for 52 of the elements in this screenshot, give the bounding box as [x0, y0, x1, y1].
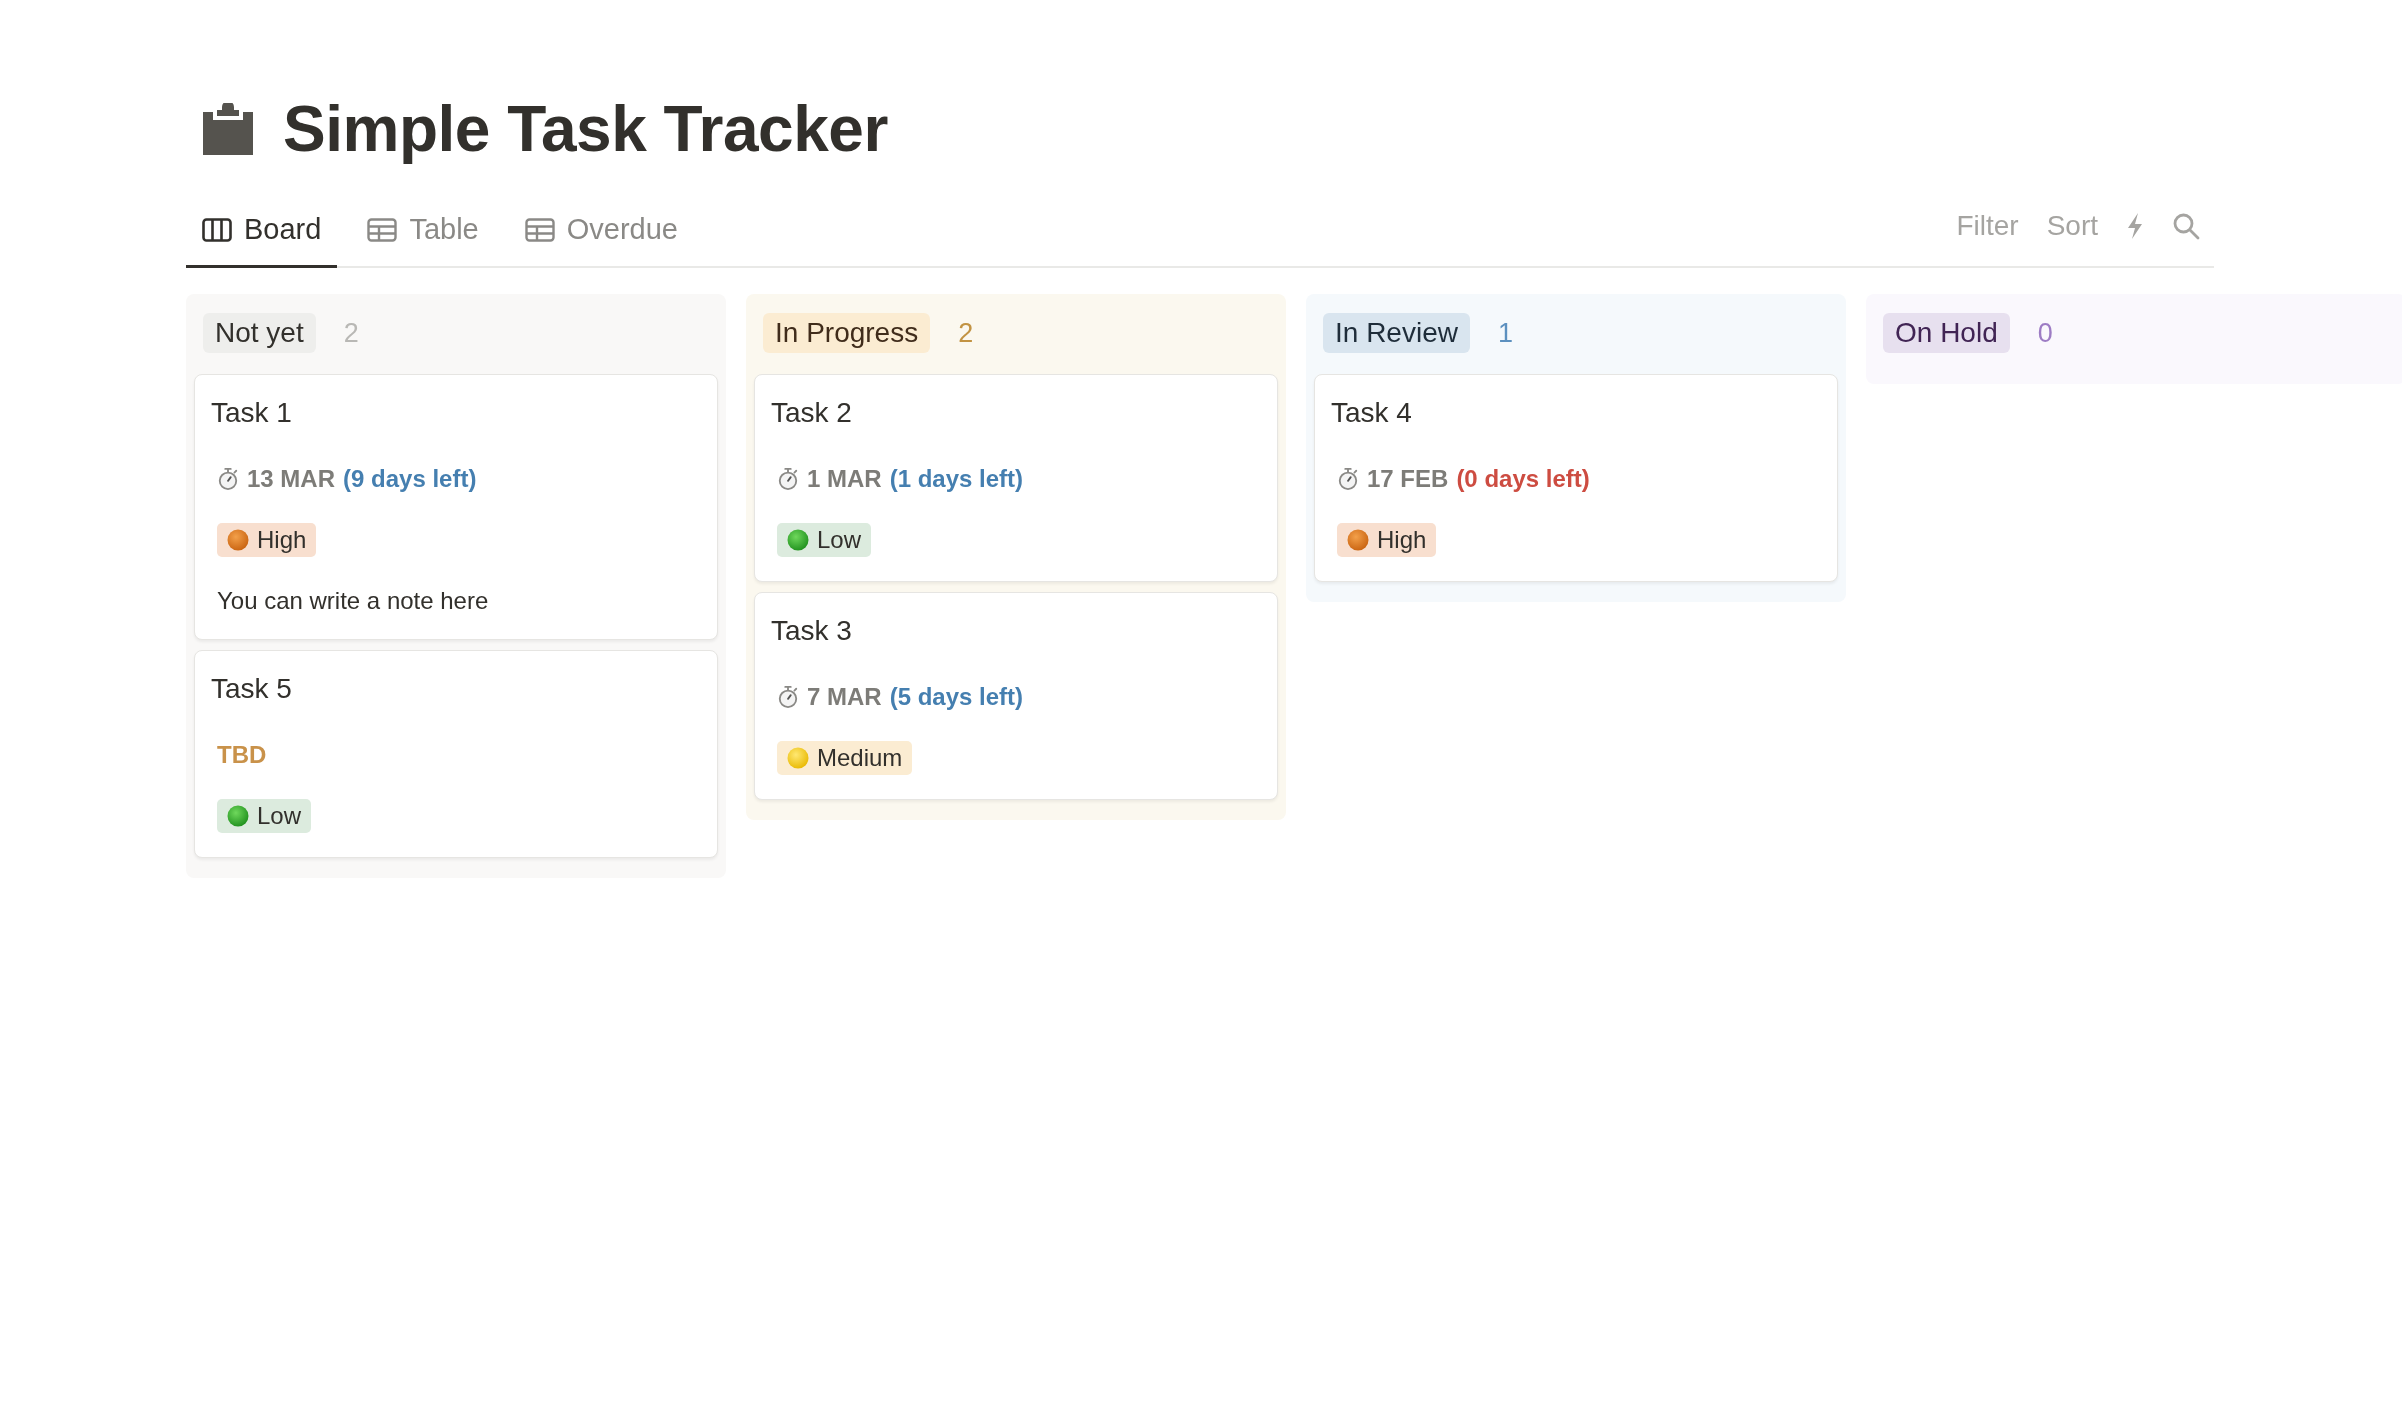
table-icon	[524, 217, 555, 242]
task-card[interactable]: Task 2 1 MAR (1 days left) Low	[754, 374, 1278, 582]
priority-tag: High	[217, 523, 317, 557]
days-left: (0 days left)	[1456, 465, 1590, 493]
card-title: Task 4	[1331, 397, 1413, 429]
status-tag: In Review	[1323, 313, 1470, 353]
status-tag: Not yet	[203, 313, 316, 353]
task-card[interactable]: Task 5 TBD Low	[194, 650, 718, 858]
days-left: (1 days left)	[889, 465, 1024, 493]
card-note: You can write a note here	[216, 587, 490, 615]
card-count: 0	[2037, 317, 2053, 349]
priority-tag: Medium	[777, 741, 913, 775]
circle-icon	[1347, 529, 1369, 551]
board-icon	[202, 217, 232, 242]
due-date: 7 MAR	[807, 683, 882, 711]
due-date: 17 FEB	[1367, 465, 1449, 493]
search-icon[interactable]	[2172, 212, 2200, 240]
card-count: 2	[958, 317, 974, 349]
status-tag: On Hold	[1883, 313, 2010, 353]
stopwatch-icon	[217, 467, 239, 491]
priority-tag: Low	[217, 799, 312, 833]
status-tag: In Progress	[763, 313, 931, 353]
task-card[interactable]: Task 3 7 MAR (5 days left) Medium	[754, 592, 1278, 800]
stopwatch-icon	[777, 467, 799, 491]
priority-tag: High	[1337, 523, 1437, 557]
card-count: 1	[1497, 317, 1513, 349]
circle-icon	[227, 805, 249, 827]
due-status: TBD	[216, 741, 268, 769]
stopwatch-icon	[777, 685, 799, 709]
card-count: 2	[343, 317, 359, 349]
card-title: Task 2	[771, 397, 853, 429]
lightning-icon[interactable]	[2126, 212, 2144, 240]
table-icon	[367, 217, 398, 242]
days-left: (5 days left)	[889, 683, 1024, 711]
circle-icon	[787, 529, 809, 551]
card-title: Task 5	[211, 673, 293, 705]
clipboard-icon	[203, 103, 253, 155]
priority-tag: Low	[777, 523, 872, 557]
card-title: Task 1	[211, 397, 293, 429]
circle-icon	[227, 529, 249, 551]
page-title: Simple Task Tracker	[283, 92, 888, 166]
view-tab[interactable]: Overdue	[508, 194, 694, 268]
stopwatch-icon	[1337, 467, 1359, 491]
task-card[interactable]: Task 4 17 FEB (0 days left) High	[1314, 374, 1838, 582]
days-left: (9 days left)	[343, 465, 477, 493]
card-title: Task 3	[771, 615, 853, 647]
task-card[interactable]: Task 1 13 MAR (9 days left) High You can write a note here	[194, 374, 718, 640]
view-tab[interactable]: Table	[351, 194, 495, 268]
due-date: 13 MAR	[247, 465, 336, 493]
due-date: 1 MAR	[807, 465, 882, 493]
circle-icon	[787, 747, 809, 769]
view-tab[interactable]: Board	[186, 194, 338, 268]
